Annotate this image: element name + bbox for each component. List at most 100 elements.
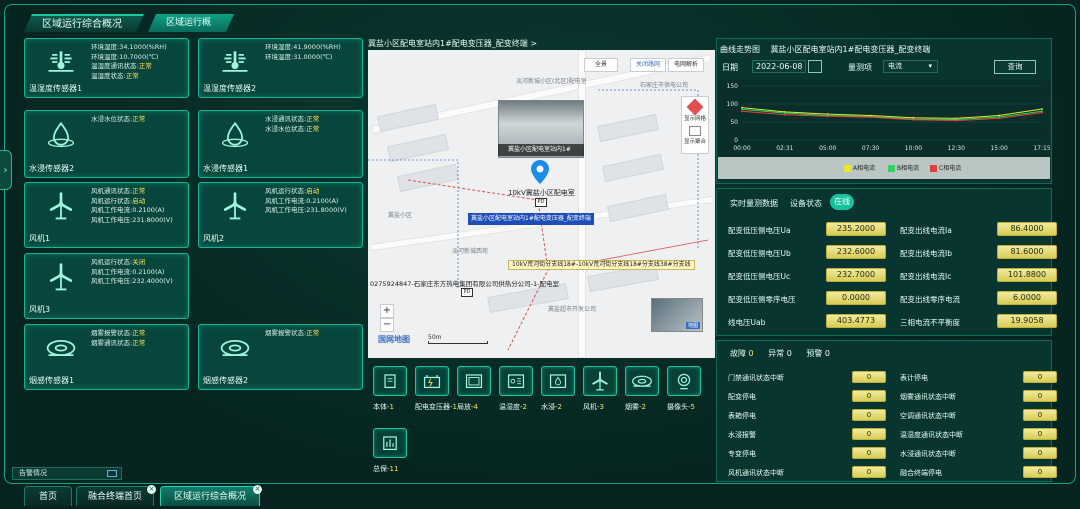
device-type-name: 配电变压器- <box>415 403 453 411</box>
measurement-label: 配变出线电流Ia <box>900 226 952 235</box>
x-tick-label: 02:31 <box>776 145 793 152</box>
status-value: 0 <box>1023 447 1057 459</box>
status-value: 0 <box>852 409 886 421</box>
side-expand-handle[interactable]: › <box>0 150 12 190</box>
warning-label: 预警 <box>806 349 823 358</box>
measurement-value: 86.4000 <box>997 222 1057 236</box>
measurement-label: 配变低压侧零序电压 <box>728 295 796 304</box>
sensor-reading-key: 风机运行状态: <box>91 258 133 266</box>
close-icon[interactable]: × <box>253 485 262 494</box>
map-fullview-button[interactable]: 全景 <box>584 58 618 72</box>
map-show-aggregate-label[interactable]: 显示聚合 <box>682 137 708 145</box>
pd-marker[interactable]: PD <box>461 288 473 297</box>
smoke-detector-icon <box>220 340 250 356</box>
location-pin-icon[interactable] <box>531 160 549 184</box>
sensor-card[interactable]: 风机通讯状态:正常 风机运行状态:启动 风机工作电流:0.2100(A) 风机工作电压… <box>24 182 189 248</box>
sensor-card[interactable]: 水浸通讯状态:正常 水浸水位状态:正常 水浸传感器1 <box>198 110 363 178</box>
status-label: 融合终端停电 <box>900 469 942 477</box>
device-type-count: 4 <box>473 403 478 411</box>
device-type-button[interactable] <box>457 366 491 396</box>
measure-label: 量测项 <box>848 63 872 72</box>
date-input[interactable]: 2022-06-08 <box>752 60 806 73</box>
trend-subtitle: 冀盐小区配电室站内1#配电变压器_配变终端 <box>770 45 931 54</box>
line-tag[interactable]: 10kV荒河街分支线18#-10kV荒河街分支线18#分支线38#分支线 <box>508 260 695 270</box>
sensor-name: 风机3 <box>29 305 51 314</box>
legend-item-c[interactable]: C相电流 <box>930 163 961 172</box>
sensor-name: 水浸传感器1 <box>203 164 249 173</box>
measurement-label: 配变出线电流Ic <box>900 272 952 281</box>
measurement-value: 403.4773 <box>826 314 886 328</box>
map-view[interactable]: 淡河新城小区(北区)配电室 石家庄市供电公司 冀盐小区 淡河新城西苑 冀盐超市开… <box>368 50 715 358</box>
sensor-card[interactable]: 环境湿度:34.1000(%RH) 环境温度:10.7000(℃) 温湿度通讯状态:… <box>24 38 189 98</box>
zoom-out-button[interactable]: − <box>380 318 394 332</box>
device-type-count: 2 <box>522 403 527 411</box>
y-tick-label: 150 <box>727 83 739 90</box>
calendar-icon[interactable] <box>808 60 822 73</box>
tab-home[interactable]: 首页 <box>24 486 72 506</box>
sensor-reading: 风机通讯状态:正常 <box>91 187 173 197</box>
device-type-label: 温湿度-2 <box>499 402 527 412</box>
map-grid-analysis-button[interactable]: 电网解析 <box>668 58 704 72</box>
sensor-name: 温湿度传感器2 <box>203 84 257 93</box>
measurement-label: 三相电流不平衡度 <box>900 318 960 327</box>
sensor-reading-key: 水浸水位状态: <box>91 115 133 123</box>
sensor-reading-key: 风机通讯状态: <box>91 187 133 195</box>
sensor-reading-key: 风机工作电流: <box>91 267 133 276</box>
device-type-button[interactable] <box>373 366 407 396</box>
map-close-roads-button[interactable]: 关闭路网 <box>630 58 666 72</box>
sensor-card[interactable]: 烟雾报警状态:正常 烟感传感器2 <box>198 324 363 390</box>
map-layer-panel[interactable]: 显示网格 显示聚合 <box>681 96 709 154</box>
sensor-card[interactable]: 风机运行状态:关闭 风机工作电流:0.2100(A) 风机工作电压:232.4000… <box>24 253 189 319</box>
map-scale: 50m <box>428 334 488 344</box>
map-minimap[interactable]: 地图 <box>651 298 703 332</box>
alarm-status-bar[interactable]: 告警情况 <box>12 467 122 480</box>
sensor-card[interactable]: 烟雾报警状态:正常 烟雾通讯状态:正常 烟感传感器1 <box>24 324 189 390</box>
map-logo: 国网地图 <box>378 335 410 344</box>
data-point <box>783 113 786 116</box>
measurement-label: 配变低压侧电压Uc <box>728 272 791 281</box>
y-tick-label: 100 <box>727 101 739 108</box>
tab-home-label: 首页 <box>38 492 57 502</box>
device-type-button[interactable] <box>625 366 659 396</box>
tab-region-operation[interactable]: 区域运行概况 <box>148 14 234 32</box>
pd-marker[interactable]: PD <box>535 198 547 207</box>
tab-region-overview-bottom[interactable]: 区域运行综合概况 × <box>160 485 262 506</box>
query-button[interactable]: 查询 <box>994 60 1036 74</box>
tab-region-overview[interactable]: 区域运行综合概况 <box>24 14 144 32</box>
measure-select[interactable]: 电流 ▾ <box>883 60 938 73</box>
data-point <box>826 115 829 118</box>
legend-label-b: B相电流 <box>897 165 920 172</box>
sensor-card[interactable]: 环境湿度:41.9000(%RH) 环境温度:31.0000(℃) 温湿度传感器2 <box>198 38 363 98</box>
sensor-reading: 烟雾通讯状态:正常 <box>91 339 145 349</box>
sensor-reading: 风机工作电压:232.4000(V) <box>91 277 173 287</box>
status-label: 配变停电 <box>728 393 756 401</box>
device-tag[interactable]: 冀盐小区配电室站内1#配电变压器_配变终端 <box>468 213 594 225</box>
sensor-icon <box>39 189 83 223</box>
device-type-button[interactable] <box>373 428 407 458</box>
sensor-reading-value: 正常 <box>125 71 139 80</box>
minimize-icon[interactable] <box>107 470 117 477</box>
status-label: 门禁通讯状态中断 <box>728 374 784 382</box>
sensor-reading-key: 环境湿度: <box>91 43 120 51</box>
sensor-reading: 风机工作电流:0.2100(A) <box>91 268 173 278</box>
device-type-button[interactable] <box>415 366 449 396</box>
legend-item-a[interactable]: A相电流 <box>844 163 875 172</box>
device-type-button[interactable] <box>583 366 617 396</box>
legend-label-a: A相电流 <box>853 165 876 172</box>
status-value: 0 <box>1023 466 1057 478</box>
legend-item-b[interactable]: B相电流 <box>888 163 919 172</box>
sensor-card[interactable]: 水浸水位状态:正常 水浸传感器2 <box>24 110 189 178</box>
close-icon[interactable]: × <box>147 485 156 494</box>
device-type-button[interactable] <box>541 366 575 396</box>
tab-terminal-home[interactable]: 融合终端首页 × <box>76 485 156 506</box>
device-type-button[interactable] <box>499 366 533 396</box>
sensor-info: 烟雾报警状态:正常 <box>265 329 319 339</box>
sensor-info: 烟雾报警状态:正常 烟雾通讯状态:正常 <box>91 329 145 348</box>
sensor-reading-key: 温湿度通讯状态: <box>91 62 139 70</box>
zoom-in-button[interactable]: + <box>380 304 394 318</box>
sensor-icon <box>213 189 257 223</box>
data-point <box>741 110 743 113</box>
device-type-button[interactable] <box>667 366 701 396</box>
sensor-card[interactable]: 风机运行状态:启动 风机工作电流:0.2100(A) 风机工作电压:231.8000… <box>198 182 363 248</box>
measurement-value: 19.9058 <box>997 314 1057 328</box>
